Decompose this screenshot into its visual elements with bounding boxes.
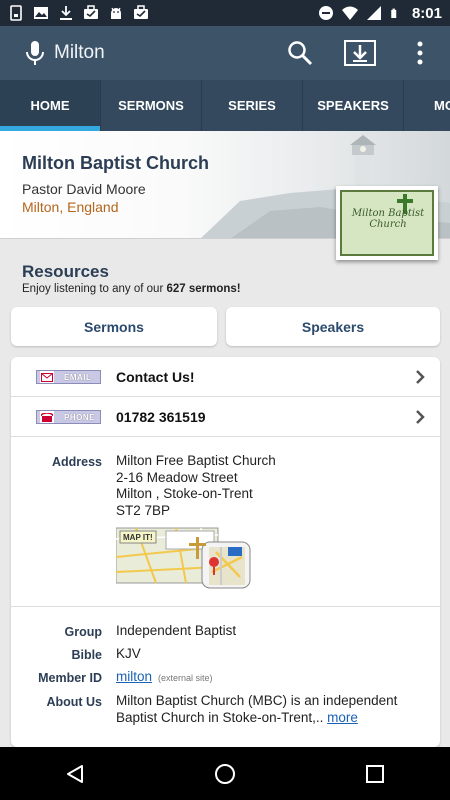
group-label: Group xyxy=(64,625,103,639)
more-link[interactable]: more xyxy=(327,710,358,725)
tab-bar: HOME SERMONS SERIES SPEAKERS MO xyxy=(0,80,450,131)
tab-speakers[interactable]: SPEAKERS xyxy=(303,80,404,131)
address-line: Milton , Stoke-on-Trent xyxy=(116,486,253,501)
address-line: ST2 7BP xyxy=(116,502,171,518)
envelope-icon xyxy=(40,371,54,383)
tab-series[interactable]: SERIES xyxy=(202,80,303,131)
church-logo: Milton Baptist Church xyxy=(336,186,438,260)
pastor-name: Pastor David Moore xyxy=(22,181,146,197)
address-line: Milton Free Baptist Church xyxy=(116,453,276,468)
back-icon[interactable] xyxy=(45,747,105,800)
member-id-link[interactable]: milton xyxy=(116,669,152,684)
tab-home[interactable]: HOME xyxy=(0,80,101,131)
member-id-value: milton (external site) xyxy=(116,669,213,684)
search-query[interactable]: Milton xyxy=(54,42,105,64)
about-text-line: Milton Baptist Church (MBC) is an indepe… xyxy=(116,693,398,708)
chevron-right-icon xyxy=(416,410,425,424)
download-icon xyxy=(60,6,72,20)
church-info-card: EMAIL Contact Us! PHONE 01782 361519 Add… xyxy=(11,357,440,747)
app-bar: Milton xyxy=(0,26,450,80)
briefcase-icon xyxy=(84,5,98,19)
contact-email-row[interactable]: EMAIL Contact Us! xyxy=(11,357,440,397)
recents-icon[interactable] xyxy=(345,747,405,800)
status-time: 8:01 xyxy=(411,4,442,22)
phone-icon xyxy=(40,411,54,423)
phone-tag-label: PHONE xyxy=(64,412,95,422)
group-value: Independent Baptist xyxy=(116,623,237,638)
map-it-label: MAP IT! xyxy=(123,533,153,542)
resources-subtitle: Enjoy listening to any of our 627 sermon… xyxy=(22,283,241,295)
chevron-right-icon xyxy=(416,370,425,384)
address-label: Address xyxy=(51,455,102,469)
sim-icon xyxy=(10,5,22,21)
search-icon[interactable] xyxy=(270,26,330,80)
contact-phone-row[interactable]: PHONE 01782 361519 xyxy=(11,397,440,437)
sermons-button[interactable]: Sermons xyxy=(11,307,217,346)
speakers-button[interactable]: Speakers xyxy=(226,307,440,346)
about-us-value: Milton Baptist Church (MBC) is an indepe… xyxy=(116,693,397,726)
download-icon[interactable] xyxy=(330,26,390,80)
resources-subtitle-prefix: Enjoy listening to any of our xyxy=(22,283,167,295)
bible-value: KJV xyxy=(116,646,141,661)
overflow-menu-icon[interactable] xyxy=(390,26,450,80)
status-bar: 8:01 xyxy=(0,0,450,26)
address-value: Milton Free Baptist Church 2-16 Meadow S… xyxy=(116,453,276,519)
member-id-label: Member ID xyxy=(38,671,102,685)
tab-sermons[interactable]: SERMONS xyxy=(101,80,202,131)
briefcase-icon xyxy=(134,5,148,19)
email-tag: EMAIL xyxy=(36,370,101,384)
phone-number: 01782 361519 xyxy=(116,408,206,425)
system-nav-bar xyxy=(0,747,450,800)
about-us-label: About Us xyxy=(46,695,102,709)
sermon-count: 627 sermons! xyxy=(166,283,241,295)
home-icon[interactable] xyxy=(195,747,255,800)
bible-label: Bible xyxy=(71,648,102,662)
about-text-line-2: Baptist Church in Stoke-on-Trent,.. xyxy=(116,709,324,725)
church-location[interactable]: Milton, England xyxy=(22,199,119,215)
contact-us-label: Contact Us! xyxy=(116,368,195,385)
android-icon xyxy=(111,7,121,19)
tab-more[interactable]: MO xyxy=(404,80,450,131)
logo-text: Milton Baptist Church xyxy=(351,208,425,230)
resources-title: Resources xyxy=(22,262,109,281)
mic-icon[interactable] xyxy=(18,36,52,70)
email-tag-label: EMAIL xyxy=(64,372,92,382)
map-it-button[interactable]: MAP IT! xyxy=(116,527,253,590)
dnd-icon xyxy=(318,6,333,20)
about-text-line: Baptist Church in Stoke-on-Trent,.. more xyxy=(116,710,397,727)
address-line: 2-16 Meadow Street xyxy=(116,469,238,485)
signal-icon xyxy=(366,6,381,20)
gallery-icon xyxy=(34,7,48,19)
church-name: Milton Baptist Church xyxy=(22,153,209,173)
external-site-note: (external site) xyxy=(158,673,213,683)
battery-icon xyxy=(391,8,397,18)
phone-tag: PHONE xyxy=(36,410,101,424)
wifi-icon xyxy=(341,6,358,20)
